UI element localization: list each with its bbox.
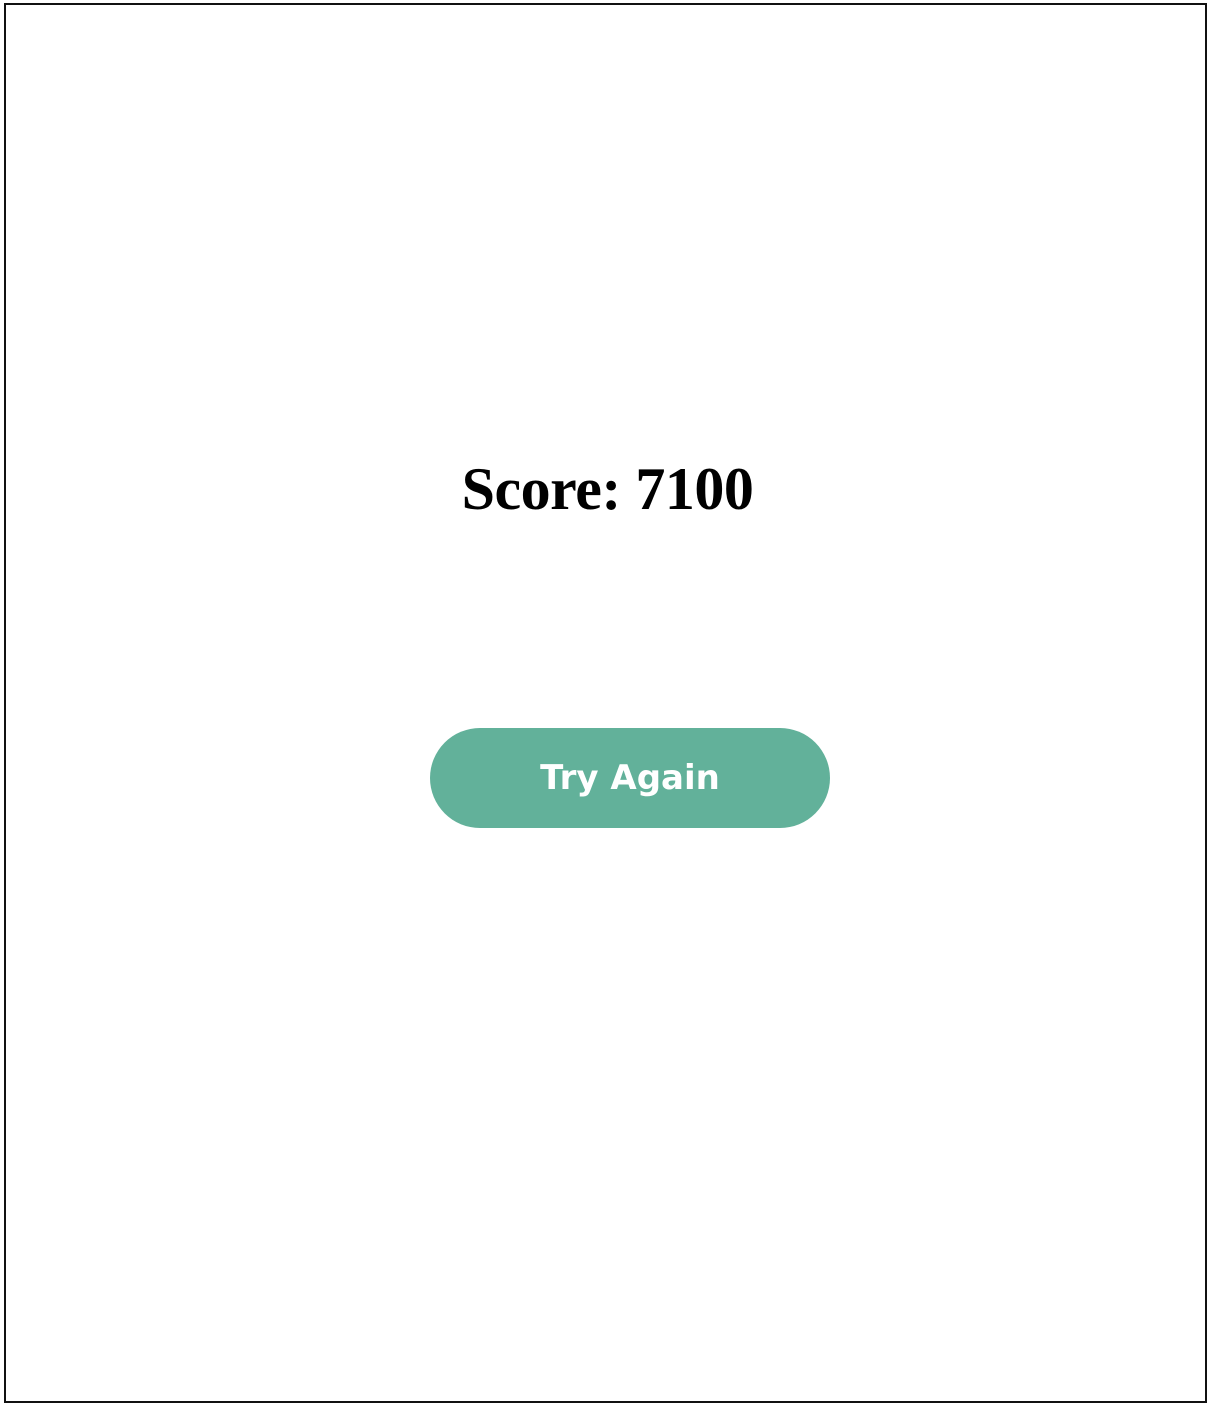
score-display: Score: 7100 (461, 456, 754, 522)
game-frame: Score: 7100 Try Again (4, 3, 1207, 1403)
try-again-button[interactable]: Try Again (430, 728, 830, 828)
